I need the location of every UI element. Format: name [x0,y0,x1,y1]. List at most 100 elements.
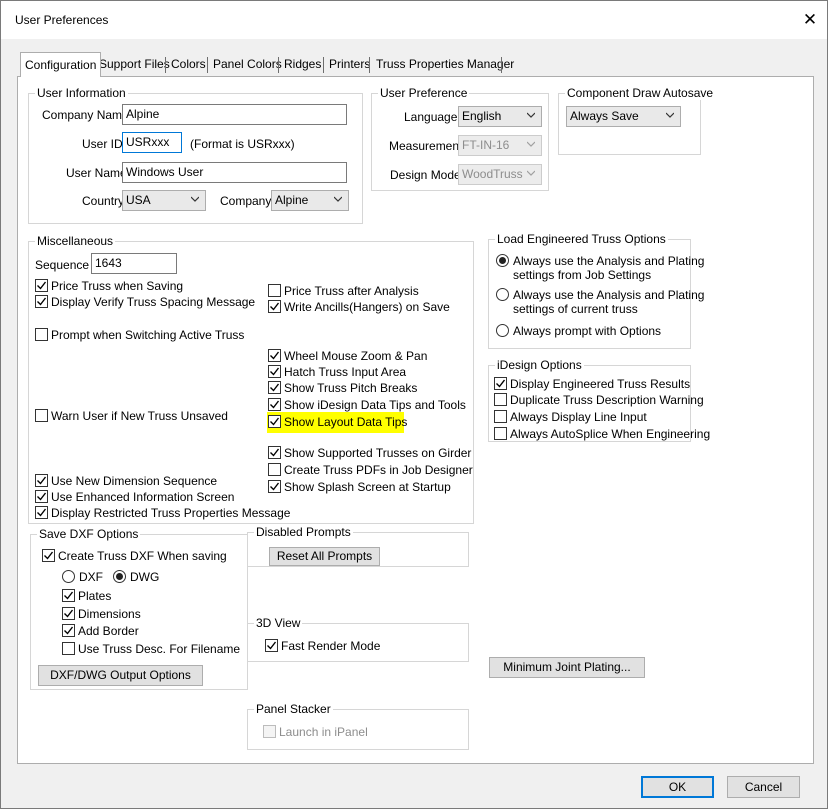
tab-separator [369,57,370,73]
chevron-down-icon [191,196,199,202]
checkmark-icon [37,476,47,485]
component-draw-autosave-group: Component Draw Autosave Always Save [558,86,716,155]
checkbox-label: Show Supported Trusses on Girder [284,446,472,460]
tab-separator [165,57,166,73]
checkbox-box [35,490,48,503]
checkbox-box [35,409,48,422]
radio-selected-icon [113,570,126,583]
radio-icon [62,570,75,583]
checkbox-box [263,725,276,738]
checkbox-label: Use New Dimension Sequence [51,474,218,488]
checkbox-box [62,624,75,637]
tab-printers[interactable]: Printers [326,55,373,75]
checkmark-icon [270,383,280,392]
checkbox-box [494,427,507,440]
checkbox-box [268,415,281,428]
checkbox-label: Display Engineered Truss Results [510,377,691,391]
checkmark-icon [64,591,74,600]
checkbox-box [35,474,48,487]
language-select[interactable]: English [458,106,542,127]
country-value: USA [126,193,151,207]
reset-all-prompts-button[interactable]: Reset All Prompts [269,547,380,566]
group-label: Miscellaneous [35,234,116,248]
checkbox-label: Show Layout Data Tips [284,415,408,429]
checkbox-box [268,398,281,411]
chevron-down-icon [527,112,535,118]
company-name-label: Company Name [42,108,129,122]
checkmark-icon [37,297,47,306]
radio-label: Always prompt with Options [513,324,662,338]
measurement-label: Measurement [389,139,463,153]
company-label: Company [220,194,272,208]
chevron-down-icon [527,141,535,147]
tab-separator [207,57,208,73]
checkbox-box [268,480,281,493]
group-label: Panel Stacker [254,702,333,716]
language-value: English [462,109,502,123]
measurement-select: FT-IN-16 [458,135,542,156]
group-label: Load Engineered Truss Options [495,232,668,246]
tab-support-files[interactable]: Support Files [96,55,173,75]
autosave-value: Always Save [570,109,639,123]
checkbox-box [268,463,281,476]
user-preference-group: User Preference Language English Measure… [371,86,549,191]
3d-view-group: 3D View Fast Render Mode [247,616,469,662]
autosave-select[interactable]: Always Save [566,106,681,127]
user-preferences-dialog: User Preferences ✕ Configuration Support… [0,0,828,809]
group-label: User Preference [378,86,470,100]
checkmark-icon [37,492,47,501]
company-select[interactable]: Alpine [271,190,349,211]
checkbox-box [268,284,281,297]
tab-colors[interactable]: Colors [168,55,209,75]
sequence-label: Sequence [35,258,90,272]
checkmark-icon [270,351,280,360]
checkmark-icon [64,609,74,618]
user-id-format-hint: (Format is USRxxx) [190,137,295,151]
checkbox-box [268,365,281,378]
cancel-button[interactable]: Cancel [727,776,800,798]
checkbox-label: Show Truss Pitch Breaks [284,381,418,395]
tab-panel-colors[interactable]: Panel Colors [210,55,285,75]
company-name-field[interactable]: Alpine [122,104,347,125]
checkmark-icon [496,379,506,388]
checkbox-label: Price Truss when Saving [51,279,184,293]
design-mode-value: WoodTruss [462,167,523,181]
group-label: iDesign Options [495,358,584,372]
tab-ridges[interactable]: Ridges [281,55,324,75]
ok-button[interactable]: OK [641,776,714,798]
checkbox-label: Display Restricted Truss Properties Mess… [51,506,291,520]
user-name-field[interactable]: Windows User [122,162,347,183]
minimum-joint-plating-button[interactable]: Minimum Joint Plating... [489,657,645,678]
checkbox-label: Write Ancills(Hangers) on Save [284,300,450,314]
checkmark-icon [270,417,280,426]
country-label: Country [82,194,125,208]
checkbox-box [265,639,278,652]
load-engineered-truss-group: Load Engineered Truss Options Always use… [488,232,704,349]
group-label: 3D View [254,616,303,630]
checkmark-icon [37,281,47,290]
user-id-field[interactable]: USRxxx [122,132,182,153]
checkbox-label: Warn User if New Truss Unsaved [51,409,228,423]
close-icon[interactable]: ✕ [797,7,823,33]
dxf-dwg-output-options-button[interactable]: DXF/DWG Output Options [38,665,203,686]
dialog-title: User Preferences [15,13,109,27]
checkmark-icon [64,626,74,635]
company-value: Alpine [275,193,309,207]
idesign-options-group: iDesign Options Display Engineered Truss… [488,358,710,442]
checkbox-label: Wheel Mouse Zoom & Pan [284,349,428,363]
country-select[interactable]: USA [122,190,206,211]
checkbox-box [35,328,48,341]
sequence-field[interactable]: 1643 [91,253,177,274]
checkbox-box [268,349,281,362]
checkbox-box [42,549,55,562]
tab-truss-properties-manager[interactable]: Truss Properties Manager [373,55,517,75]
tab-configuration[interactable]: Configuration [20,52,102,77]
checkbox-label: Always Display Line Input [510,410,647,424]
checkbox-label: Fast Render Mode [281,639,381,653]
checkbox-box [35,295,48,308]
group-label: Save DXF Options [37,527,141,541]
user-id-label: User ID [82,137,123,151]
radio-label-line2: settings of current truss [513,302,638,316]
radio-label: DXF [79,570,103,584]
show-layout-data-tips-checkbox[interactable]: Show Layout Data Tips [267,412,408,433]
